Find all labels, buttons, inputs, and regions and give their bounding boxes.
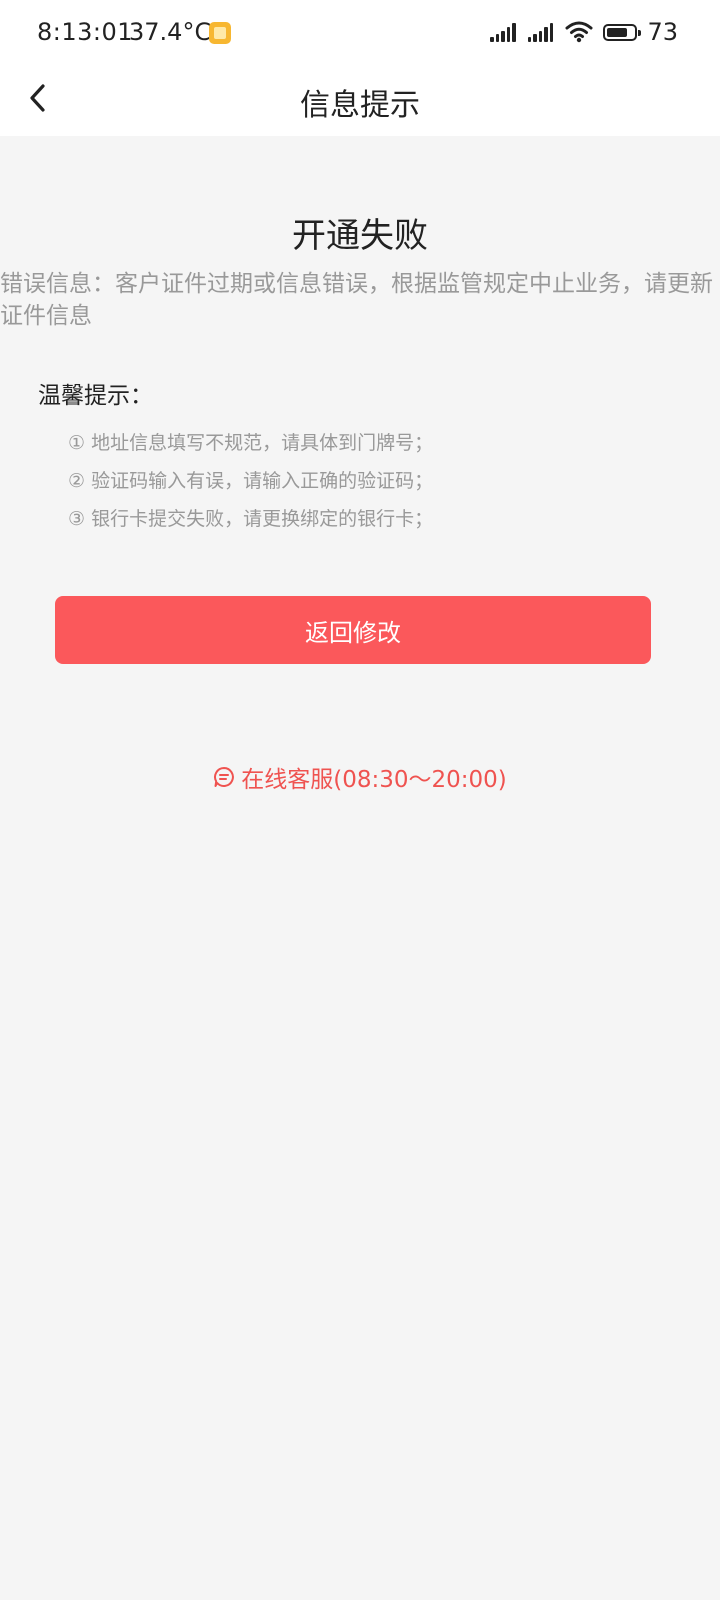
tips-list: ① 地址信息填写不规范，请具体到门牌号； ② 验证码输入有误，请输入正确的验证码… [68,424,433,538]
status-bar: 8:13:01 37.4°C 73 [0,0,720,66]
status-temperature: 37.4°C [129,18,212,46]
online-service-label: 在线客服(08:30～20:00) [241,767,507,793]
signal-icon [490,22,516,42]
page-title: 信息提示 [300,88,420,123]
battery-icon [603,23,642,41]
tips-title: 温馨提示： [38,383,153,409]
online-service-link[interactable]: 在线客服(08:30～20:00) [0,760,720,794]
notification-icon [209,22,231,44]
signal-icon [527,22,554,42]
wifi-icon [565,21,593,43]
battery-level: 73 [647,18,678,46]
error-message: 错误信息：客户证件过期或信息错误，根据监管规定中止业务，请更新证件信息 [0,271,713,329]
chat-bubble-icon [214,767,235,787]
result-title: 开通失败 [292,216,428,256]
status-indicators: 73 [490,16,678,48]
status-time: 8:13:01 [37,18,134,46]
tip-item: ② 验证码输入有误，请输入正确的验证码； [68,470,434,492]
tip-item: ③ 银行卡提交失败，请更换绑定的银行卡； [68,508,434,530]
nav-bar: 信息提示 [0,66,720,136]
return-modify-button[interactable]: 返回修改 [55,596,651,664]
tip-item: ① 地址信息填写不规范，请具体到门牌号； [68,432,434,454]
